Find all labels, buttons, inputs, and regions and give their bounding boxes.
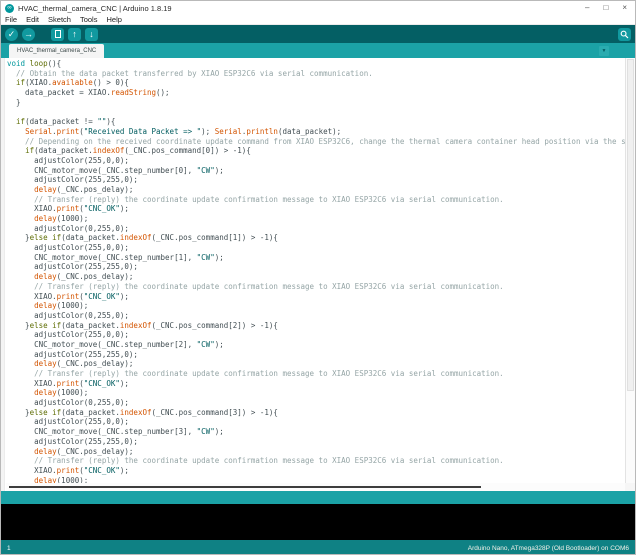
code-line: CNC_motor_move(_CNC.step_number[0], "CW"… xyxy=(7,165,224,175)
code-line: delay(_CNC.pos_delay); xyxy=(34,184,134,194)
code-line: Serial.print("Received Data Packet => ")… xyxy=(25,126,342,136)
code-line: CNC_motor_move(_CNC.step_number[1], "CW"… xyxy=(7,252,224,262)
horizontal-scrollbar[interactable] xyxy=(6,483,625,491)
code-line: CNC_motor_move(_CNC.step_number[3], "CW"… xyxy=(7,427,224,437)
code-line: adjustColor(0,255,0); xyxy=(7,223,129,233)
titlebar: ∞ HVAC_thermal_camera_CNC | Arduino 1.8.… xyxy=(1,1,635,15)
code-line: delay(_CNC.pos_delay); xyxy=(34,359,134,369)
menu-help[interactable]: Help xyxy=(106,15,121,24)
code-line: if(XIAO.available() > 0){ xyxy=(16,78,129,88)
code-area[interactable]: void loop(){ // Obtain the data packet t… xyxy=(7,59,625,491)
code-line: }else if(data_packet.indexOf(_CNC.pos_co… xyxy=(7,320,278,330)
code-line: // Transfer (reply) the coordinate updat… xyxy=(7,194,504,204)
toolbar: ✓ → ↑ ↓ xyxy=(1,25,635,43)
vertical-scrollbar[interactable] xyxy=(625,58,635,483)
maximize-button[interactable]: □ xyxy=(603,2,608,14)
new-sketch-button[interactable] xyxy=(51,27,64,41)
code-line: }else if(data_packet.indexOf(_CNC.pos_co… xyxy=(7,233,278,243)
code-line: XIAO.print("CNC_OK"); xyxy=(7,378,129,388)
tab-strip: HVAC_thermal_camera_CNC ▼ xyxy=(1,43,635,58)
horizontal-scrollbar-thumb[interactable] xyxy=(9,486,481,488)
tab-list-dropdown-button[interactable]: ▼ xyxy=(599,46,609,56)
code-line: delay(1000); xyxy=(34,214,89,223)
board-port-indicator: Arduino Nano, ATmega328P (Old Bootloader… xyxy=(467,544,629,552)
code-line: adjustColor(0,255,0); xyxy=(7,310,129,320)
code-line: delay(1000); xyxy=(34,388,89,398)
code-line: adjustColor(255,0,0); xyxy=(7,243,129,253)
minimize-button[interactable]: – xyxy=(585,2,589,14)
code-line: adjustColor(255,255,0); xyxy=(7,175,138,185)
code-line: // Obtain the data packet transferred by… xyxy=(7,68,373,78)
code-line: adjustColor(255,0,0); xyxy=(7,330,129,340)
arduino-app-icon: ∞ xyxy=(5,3,14,13)
code-line: delay(_CNC.pos_delay); xyxy=(34,272,134,282)
close-button[interactable]: × xyxy=(622,2,627,14)
arrow-right-icon: → xyxy=(24,28,33,39)
arrow-down-icon: ↓ xyxy=(89,28,94,39)
code-line: }else if(data_packet.indexOf(_CNC.pos_co… xyxy=(7,407,278,417)
code-line: adjustColor(255,0,0); xyxy=(7,155,129,165)
code-line: } xyxy=(7,97,21,107)
chevron-down-icon: ▼ xyxy=(601,48,607,54)
code-line: XIAO.print("CNC_OK"); xyxy=(7,465,129,475)
code-line: adjustColor(255,255,0); xyxy=(7,436,138,446)
check-icon: ✓ xyxy=(7,28,16,39)
window-controls: – □ × xyxy=(585,2,631,14)
open-sketch-button[interactable]: ↑ xyxy=(68,27,81,41)
menu-edit[interactable]: Edit xyxy=(26,15,39,24)
tab-hvac-thermal-camera-cnc[interactable]: HVAC_thermal_camera_CNC xyxy=(9,44,105,58)
code-line: data_packet = XIAO.readString(); xyxy=(7,88,170,98)
code-line: delay(1000); xyxy=(34,301,89,311)
scrollbar-corner xyxy=(625,483,635,491)
console-output xyxy=(1,504,635,540)
menu-tools[interactable]: Tools xyxy=(80,15,98,24)
status-message-strip xyxy=(1,491,635,504)
code-line: // Depending on the received coordinate … xyxy=(7,136,625,146)
code-line: if(data_packet.indexOf(_CNC.pos_command[… xyxy=(25,146,251,156)
arduino-ide-window: ∞ HVAC_thermal_camera_CNC | Arduino 1.8.… xyxy=(0,0,636,555)
vertical-scrollbar-thumb[interactable] xyxy=(627,59,634,391)
code-line: delay(_CNC.pos_delay); xyxy=(34,446,134,456)
code-line: CNC_motor_move(_CNC.step_number[2], "CW"… xyxy=(7,339,224,349)
code-line: XIAO.print("CNC_OK"); xyxy=(7,291,129,301)
code-line: // Transfer (reply) the coordinate updat… xyxy=(7,456,504,466)
magnifier-icon xyxy=(620,30,629,38)
upload-button[interactable]: → xyxy=(22,27,35,41)
verify-button[interactable]: ✓ xyxy=(5,27,18,41)
document-icon xyxy=(54,30,61,38)
tab-label: HVAC_thermal_camera_CNC xyxy=(17,48,97,54)
line-number-indicator: 1 xyxy=(7,544,11,552)
code-line: // Transfer (reply) the coordinate updat… xyxy=(7,281,504,291)
window-title: HVAC_thermal_camera_CNC | Arduino 1.8.19 xyxy=(18,3,172,13)
code-line: adjustColor(255,255,0); xyxy=(7,349,138,359)
code-line: void loop(){ xyxy=(7,59,62,68)
arrow-up-icon: ↑ xyxy=(72,28,77,39)
code-editor[interactable]: void loop(){ // Obtain the data packet t… xyxy=(1,58,635,491)
editor-gutter xyxy=(1,58,5,491)
code-line: adjustColor(255,0,0); xyxy=(7,417,129,427)
statusbar: 1 Arduino Nano, ATmega328P (Old Bootload… xyxy=(1,540,635,554)
code-line: if(data_packet != ""){ xyxy=(16,117,116,127)
code-line: // Transfer (reply) the coordinate updat… xyxy=(7,369,504,378)
code-line: XIAO.print("CNC_OK"); xyxy=(7,204,129,214)
serial-monitor-button[interactable] xyxy=(618,27,631,41)
save-sketch-button[interactable]: ↓ xyxy=(85,27,98,41)
menubar: File Edit Sketch Tools Help xyxy=(1,15,635,25)
code-line: adjustColor(0,255,0); xyxy=(7,398,129,408)
menu-file[interactable]: File xyxy=(5,15,17,24)
code-line: adjustColor(255,255,0); xyxy=(7,262,138,272)
menu-sketch[interactable]: Sketch xyxy=(48,15,71,24)
